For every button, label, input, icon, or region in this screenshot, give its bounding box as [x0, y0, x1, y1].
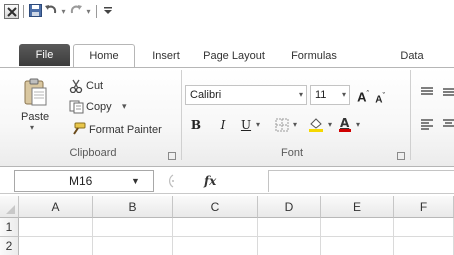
qat-separator [23, 4, 24, 18]
redo-icon[interactable] [69, 4, 83, 18]
shrink-font-button[interactable]: Aˇ [374, 87, 386, 107]
tab-page-layout[interactable]: Page Layout [195, 46, 273, 66]
format-painter-icon[interactable] [70, 122, 86, 139]
group-separator [181, 70, 182, 160]
clipboard-group-label: Clipboard [69, 147, 117, 159]
borders-dropdown-icon[interactable]: ▾ [291, 115, 299, 135]
column-header-d[interactable]: D [258, 196, 321, 218]
align-left-icon[interactable] [420, 118, 434, 133]
grow-font-icon: A [357, 89, 367, 105]
title-bar: ▾ ▾ [0, 0, 454, 22]
column-header-c[interactable]: C [173, 196, 258, 218]
cell-a2[interactable] [19, 237, 93, 255]
save-icon[interactable] [28, 4, 42, 18]
format-painter-button[interactable]: Format Painter [89, 124, 162, 136]
cell-d2[interactable] [258, 237, 321, 255]
font-size-value: 11 [315, 89, 327, 101]
cell-c1[interactable] [173, 218, 258, 237]
font-name-value: Calibri [190, 89, 222, 101]
grow-font-button[interactable]: Aˆ [356, 85, 370, 105]
cell-f1[interactable] [394, 218, 454, 237]
fill-color-dropdown-icon[interactable]: ▾ [326, 115, 334, 135]
copy-button[interactable]: Copy [86, 101, 112, 113]
font-group-label: Font [280, 147, 303, 159]
column-header-a[interactable]: A [19, 196, 93, 218]
column-header-e[interactable]: E [321, 196, 394, 218]
underline-button[interactable]: U [239, 115, 253, 135]
cut-icon[interactable] [69, 79, 83, 96]
fill-color-icon[interactable] [308, 116, 324, 135]
cut-button[interactable]: Cut [86, 80, 103, 92]
cell-f2[interactable] [394, 237, 454, 255]
font-color-icon[interactable]: A [338, 116, 352, 135]
font-size-dropdown-icon[interactable]: ▾ [342, 86, 346, 104]
cell-b1[interactable] [93, 218, 173, 237]
copy-icon[interactable] [69, 100, 85, 117]
row-header-1[interactable]: 1 [0, 218, 19, 237]
font-dialog-launcher-icon[interactable] [397, 152, 405, 160]
insert-function-button[interactable]: fx [204, 171, 216, 191]
font-size-combo[interactable]: 11 ▾ [310, 85, 350, 105]
column-header-b[interactable]: B [93, 196, 173, 218]
undo-dropdown-icon[interactable]: ▾ [60, 7, 67, 16]
tab-formulas[interactable]: Formulas [283, 46, 345, 66]
align-middle-icon[interactable] [442, 86, 454, 101]
tab-file[interactable]: File [19, 44, 70, 66]
tab-insert[interactable]: Insert [146, 46, 186, 66]
copy-dropdown-icon[interactable]: ▾ [122, 101, 127, 112]
group-separator [410, 70, 411, 160]
formula-input[interactable] [268, 170, 454, 192]
tab-home[interactable]: Home [73, 44, 135, 68]
align-top-icon[interactable] [420, 86, 434, 101]
select-all-button[interactable] [0, 196, 19, 218]
paste-button[interactable]: Paste [21, 111, 49, 123]
font-color-dropdown-icon[interactable]: ▾ [354, 115, 362, 135]
cell-a1[interactable] [19, 218, 93, 237]
cell-e1[interactable] [321, 218, 394, 237]
italic-button[interactable]: I [216, 115, 230, 135]
tab-data[interactable]: Data [392, 46, 432, 66]
font-name-dropdown-icon[interactable]: ▾ [299, 86, 303, 104]
cell-c2[interactable] [173, 237, 258, 255]
quick-access-toolbar: ▾ ▾ [4, 3, 115, 19]
svg-text:A: A [340, 116, 350, 130]
redo-dropdown-icon[interactable]: ▾ [85, 7, 92, 16]
clipboard-dialog-launcher-icon[interactable] [168, 152, 176, 160]
cell-e2[interactable] [321, 237, 394, 255]
paste-dropdown-icon[interactable]: ▾ [30, 123, 34, 132]
name-box-dropdown-icon[interactable]: ▼ [131, 171, 140, 191]
cell-b2[interactable] [93, 237, 173, 255]
underline-dropdown-icon[interactable]: ▾ [254, 115, 262, 135]
cell-d1[interactable] [258, 218, 321, 237]
bold-button[interactable]: B [189, 115, 203, 135]
formula-bar-resize-icon[interactable] [163, 173, 177, 192]
paste-icon[interactable] [23, 78, 47, 109]
undo-icon[interactable] [44, 4, 58, 18]
customize-qat-icon[interactable] [101, 4, 115, 18]
qat-separator [96, 4, 97, 18]
excel-app-icon[interactable] [4, 3, 19, 19]
fx-icon: fx [204, 174, 217, 188]
font-name-combo[interactable]: Calibri ▾ [185, 85, 307, 105]
column-header-f[interactable]: F [394, 196, 454, 218]
borders-icon[interactable] [275, 118, 289, 135]
row-header-2[interactable]: 2 [0, 237, 19, 255]
align-center-icon[interactable] [442, 118, 454, 133]
